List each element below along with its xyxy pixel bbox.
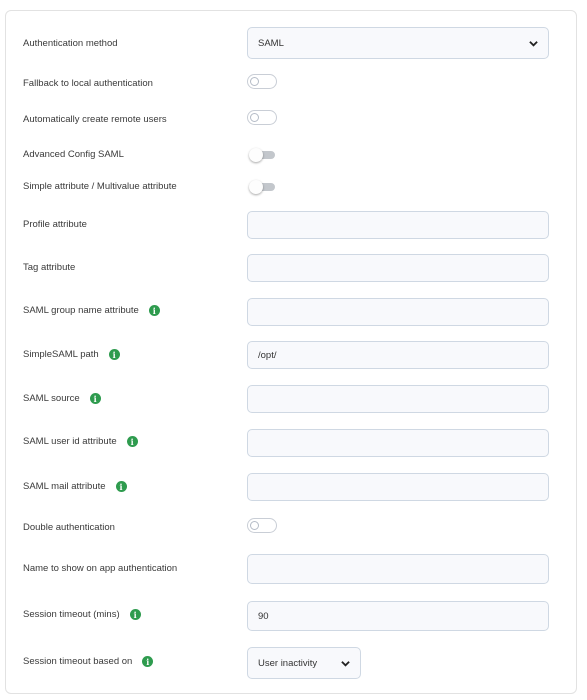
profile-attribute-label: Profile attribute xyxy=(23,219,87,230)
session-timeout-based-on-select[interactable]: User inactivity xyxy=(247,647,361,679)
saml-user-id-attribute-label: SAML user id attribute i xyxy=(23,436,138,447)
toggle-knob xyxy=(250,521,259,530)
chevron-down-icon xyxy=(341,660,350,667)
double-authentication-toggle[interactable] xyxy=(247,518,277,533)
auth-method-value: SAML xyxy=(258,37,284,49)
simplesaml-path-input[interactable]: /opt/ xyxy=(247,341,549,369)
auto-create-users-toggle[interactable] xyxy=(247,110,277,125)
simple-multivalue-label: Simple attribute / Multivalue attribute xyxy=(23,181,177,192)
simplesaml-path-label: SimpleSAML path i xyxy=(23,349,120,360)
profile-attribute-input[interactable] xyxy=(247,211,549,239)
fallback-local-label: Fallback to local authentication xyxy=(23,78,153,89)
saml-group-name-attribute-label: SAML group name attribute i xyxy=(23,305,160,316)
toggle-knob xyxy=(250,77,259,86)
session-timeout-based-on-label: Session timeout based on i xyxy=(23,656,154,667)
auto-create-users-label: Automatically create remote users xyxy=(23,114,167,125)
saml-source-label: SAML source i xyxy=(23,393,101,404)
saml-user-id-attribute-input[interactable] xyxy=(247,429,549,457)
session-timeout-input[interactable]: 90 xyxy=(247,601,549,631)
info-icon[interactable]: i xyxy=(148,305,160,316)
chevron-down-icon xyxy=(529,40,538,47)
name-on-app-auth-label: Name to show on app authentication xyxy=(23,563,178,574)
tag-attribute-input[interactable] xyxy=(247,254,549,282)
info-icon[interactable]: i xyxy=(142,656,154,667)
advanced-config-saml-switch[interactable] xyxy=(247,148,277,162)
tag-attribute-label: Tag attribute xyxy=(23,262,76,273)
auth-method-select[interactable]: SAML xyxy=(247,27,549,59)
auth-method-label: Authentication method xyxy=(23,38,118,49)
switch-knob xyxy=(249,148,263,162)
saml-mail-attribute-label: SAML mail attribute i xyxy=(23,481,127,492)
fallback-local-toggle[interactable] xyxy=(247,74,277,89)
saml-source-input[interactable] xyxy=(247,385,549,413)
double-authentication-label: Double authentication xyxy=(23,522,115,533)
name-on-app-auth-input[interactable] xyxy=(247,554,549,584)
info-icon[interactable]: i xyxy=(108,349,120,360)
info-icon[interactable]: i xyxy=(126,436,138,447)
toggle-knob xyxy=(250,113,259,122)
switch-knob xyxy=(249,180,263,194)
saml-group-name-attribute-input[interactable] xyxy=(247,298,549,326)
info-icon[interactable]: i xyxy=(89,393,101,404)
saml-mail-attribute-input[interactable] xyxy=(247,473,549,501)
simple-multivalue-switch[interactable] xyxy=(247,180,277,194)
info-icon[interactable]: i xyxy=(115,481,127,492)
authentication-settings-panel: Authentication method SAML Fallback to l… xyxy=(5,10,577,694)
info-icon[interactable]: i xyxy=(129,609,141,620)
session-timeout-label: Session timeout (mins) i xyxy=(23,609,141,620)
session-timeout-based-on-value: User inactivity xyxy=(258,657,318,669)
advanced-config-saml-label: Advanced Config SAML xyxy=(23,149,124,160)
